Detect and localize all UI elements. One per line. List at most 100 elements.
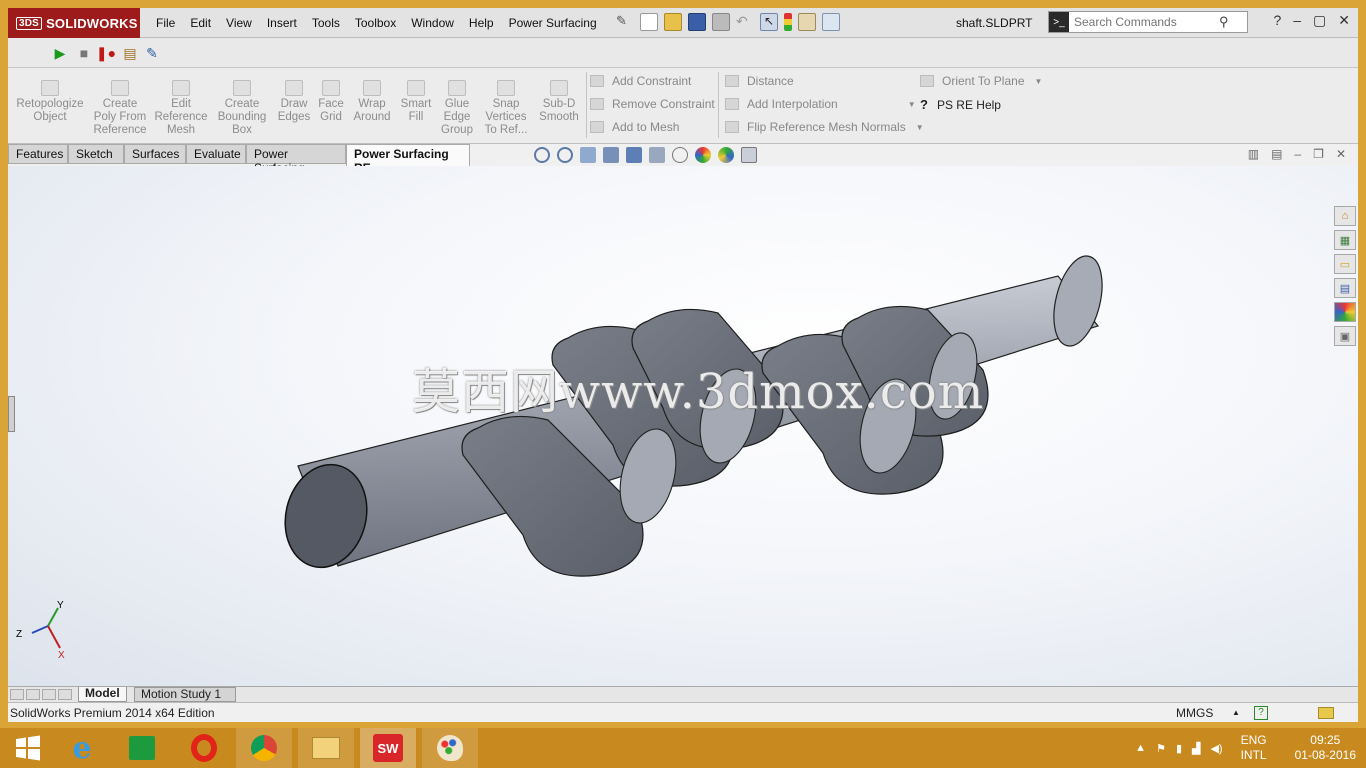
dropdown-arrow-icon[interactable]: ▼ <box>908 100 916 109</box>
network-signal-icon[interactable]: ▟ <box>1192 742 1200 755</box>
graphics-area[interactable]: Y Z X 莫西网www.3dmox.com ⌂ ▦ ▭ ▤ ▣ <box>8 166 1358 686</box>
print-icon[interactable] <box>712 13 730 31</box>
face-grid-button[interactable]: Face Grid <box>316 80 346 124</box>
crankshaft-model[interactable]: Y Z X <box>8 166 1358 686</box>
menu-window[interactable]: Window <box>411 16 454 30</box>
previous-view-icon[interactable] <box>580 147 596 163</box>
sub-d-smooth-button[interactable]: Sub-D Smooth <box>536 80 582 124</box>
tab-scroll-arrows[interactable] <box>10 689 72 700</box>
tab-features[interactable]: Features <box>8 144 68 164</box>
rebuild-traffic-light-icon[interactable] <box>784 13 792 31</box>
tab-evaluate[interactable]: Evaluate <box>186 144 246 164</box>
add-interpolation-button[interactable]: Add Interpolation ▼ <box>725 97 916 111</box>
undo-icon[interactable]: ↶ <box>736 13 754 31</box>
new-document-icon[interactable] <box>640 13 658 31</box>
flip-reference-mesh-normals-button[interactable]: Flip Reference Mesh Normals ▼ <box>725 120 924 134</box>
menu-insert[interactable]: Insert <box>267 16 297 30</box>
menu-toolbox[interactable]: Toolbox <box>355 16 396 30</box>
tab-power-surfacing[interactable]: Power Surfacing <box>246 144 346 175</box>
viewport-restore-icon[interactable]: ❐ <box>1313 147 1324 161</box>
search-icon[interactable]: ⚲ <box>1219 14 1229 30</box>
first-tab-icon[interactable] <box>10 689 24 700</box>
feature-manager-toggle[interactable] <box>8 396 15 432</box>
display-style-icon[interactable] <box>649 147 665 163</box>
draw-edges-button[interactable]: Draw Edges <box>274 80 314 124</box>
distance-button[interactable]: Distance <box>725 74 794 88</box>
minimize-icon[interactable]: – <box>1293 12 1301 29</box>
run-macro-icon[interactable]: ▶ <box>50 43 70 63</box>
tab-model[interactable]: Model <box>78 687 127 702</box>
taskbar-store[interactable] <box>114 728 170 768</box>
menu-file[interactable]: File <box>156 16 175 30</box>
clock[interactable]: 09:25 01-08-2016 <box>1295 733 1356 763</box>
hide-show-items-icon[interactable] <box>672 147 688 163</box>
help-icon[interactable]: ? <box>1273 12 1281 29</box>
taskbar-chrome[interactable] <box>236 728 292 768</box>
glue-edge-group-button[interactable]: Glue Edge Group <box>438 80 476 137</box>
wrap-around-button[interactable]: Wrap Around <box>350 80 394 124</box>
create-bounding-box-button[interactable]: Create Bounding Box <box>214 80 270 137</box>
menu-power-surfacing[interactable]: Power Surfacing <box>509 16 597 30</box>
file-properties-icon[interactable] <box>798 13 816 31</box>
view-orientation-icon[interactable] <box>626 147 642 163</box>
dropdown-arrow-icon[interactable]: ▼ <box>1035 77 1043 86</box>
viewport-minimize-icon[interactable]: – <box>1294 147 1301 161</box>
action-center-flag-icon[interactable]: ⚑ <box>1156 742 1166 755</box>
search-commands-box[interactable]: >_ ⚲ <box>1048 11 1248 33</box>
orient-to-plane-button[interactable]: Orient To Plane ▼ <box>920 74 1042 88</box>
menu-tools[interactable]: Tools <box>312 16 340 30</box>
add-constraint-button[interactable]: Add Constraint <box>590 74 691 88</box>
tile-vertical-icon[interactable]: ▤ <box>1271 147 1282 161</box>
pin-icon[interactable]: ✎ <box>616 13 634 31</box>
battery-icon[interactable]: ▮ <box>1176 742 1182 755</box>
file-explorer-icon[interactable]: ▭ <box>1334 254 1356 274</box>
tab-motion-study-1[interactable]: Motion Study 1 <box>134 687 236 702</box>
smart-fill-button[interactable]: Smart Fill <box>398 80 434 124</box>
solidworks-logo[interactable]: 3DS SOLIDWORKS <box>8 8 140 38</box>
edit-appearance-icon[interactable] <box>695 147 711 163</box>
taskbar-internet-explorer[interactable]: e <box>54 728 110 768</box>
taskbar-file-explorer[interactable] <box>298 728 354 768</box>
volume-icon[interactable]: ◀) <box>1210 742 1222 755</box>
zoom-to-area-icon[interactable] <box>557 147 573 163</box>
view-palette-icon[interactable]: ▤ <box>1334 278 1356 298</box>
edit-reference-mesh-button[interactable]: Edit Reference Mesh <box>154 80 208 137</box>
create-poly-from-reference-button[interactable]: Create Poly From Reference <box>92 80 148 137</box>
snap-vertices-button[interactable]: Snap Vertices To Ref... <box>480 80 532 137</box>
viewport-close-icon[interactable]: ✕ <box>1336 147 1346 161</box>
help-status-icon[interactable]: ? <box>1254 705 1268 720</box>
home-icon[interactable]: ⌂ <box>1334 206 1356 226</box>
ps-re-help-button[interactable]: ? PS RE Help <box>920 97 1001 112</box>
tab-sketch[interactable]: Sketch <box>68 144 124 164</box>
edit-macro-icon[interactable]: ✎ <box>142 43 162 63</box>
save-icon[interactable] <box>688 13 706 31</box>
record-macro-icon[interactable]: ❚● <box>96 43 116 63</box>
appearances-icon[interactable] <box>1334 302 1356 322</box>
tile-horizontal-icon[interactable]: ▥ <box>1248 147 1259 161</box>
menu-help[interactable]: Help <box>469 16 494 30</box>
menu-edit[interactable]: Edit <box>190 16 211 30</box>
next-tab-icon[interactable] <box>42 689 56 700</box>
remove-constraint-button[interactable]: Remove Constraint <box>590 97 715 111</box>
taskbar-paint[interactable] <box>422 728 478 768</box>
options-icon[interactable] <box>822 13 840 31</box>
units-menu-arrow-icon[interactable]: ▲ <box>1232 708 1240 717</box>
design-library-icon[interactable]: ▦ <box>1334 230 1356 250</box>
retopologize-object-button[interactable]: Retopologize Object <box>14 80 86 124</box>
new-macro-icon[interactable]: ▤ <box>120 43 140 63</box>
quick-tips-icon[interactable] <box>1318 706 1334 719</box>
units-label[interactable]: MMGS <box>1176 706 1213 720</box>
apply-scene-icon[interactable] <box>718 147 734 163</box>
section-view-icon[interactable] <box>603 147 619 163</box>
stop-macro-icon[interactable]: ■ <box>74 43 94 63</box>
dropdown-arrow-icon[interactable]: ▼ <box>916 123 924 132</box>
close-icon[interactable]: ✕ <box>1338 12 1350 29</box>
last-tab-icon[interactable] <box>58 689 72 700</box>
start-button[interactable] <box>0 728 56 768</box>
view-settings-icon[interactable] <box>741 147 757 163</box>
maximize-icon[interactable]: ▢ <box>1313 12 1326 29</box>
prev-tab-icon[interactable] <box>26 689 40 700</box>
tab-surfaces[interactable]: Surfaces <box>124 144 186 164</box>
open-folder-icon[interactable] <box>664 13 682 31</box>
add-to-mesh-button[interactable]: Add to Mesh <box>590 120 679 134</box>
